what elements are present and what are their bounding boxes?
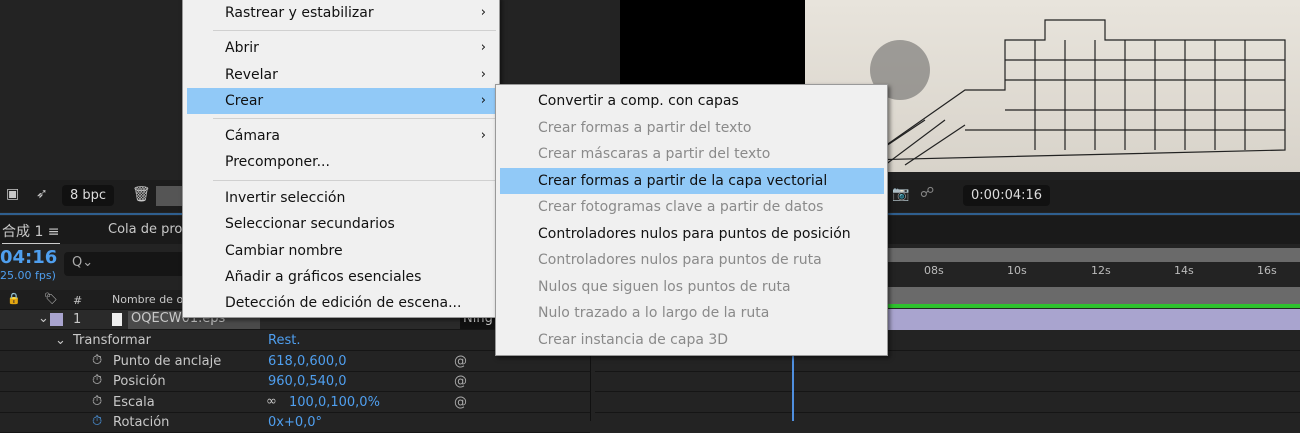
property-name: Punto de anclaje	[113, 354, 222, 369]
reset-link[interactable]: Rest.	[268, 333, 300, 348]
column-source-name[interactable]: Nombre de ori	[112, 293, 191, 306]
stopwatch-icon[interactable]: ⏱	[92, 414, 102, 429]
property-name: Rotación	[113, 415, 170, 430]
submenu-item: Nulo trazado a lo largo de la ruta	[538, 305, 770, 321]
tab-composition[interactable]: 合成 1 ≡	[2, 221, 60, 244]
menu-item-crear[interactable]: Crear ›	[187, 88, 496, 114]
menu-item-camara[interactable]: Cámara ›	[187, 123, 496, 149]
submenu-item: Crear máscaras a partir del texto	[538, 146, 771, 162]
stopwatch-icon[interactable]: ⏱	[92, 394, 102, 409]
submenu-item[interactable]: Crear formas a partir de la capa vectori…	[500, 168, 884, 194]
menu-item-abrir[interactable]: Abrir ›	[187, 35, 496, 61]
tab-composition-label: 合成 1	[2, 224, 44, 240]
property-name: Posición	[113, 374, 166, 389]
tick-label: 10s	[1007, 264, 1027, 277]
property-value[interactable]: 100,0,100,0%	[289, 395, 380, 410]
menu-separator	[213, 180, 496, 181]
menu-item-precomponer[interactable]: Precomponer...	[187, 149, 496, 175]
chevron-right-icon: ›	[480, 5, 486, 20]
chevron-right-icon: ›	[480, 93, 486, 108]
submenu-item: Nulos que siguen los puntos de ruta	[538, 279, 791, 295]
transform-label: Transformar	[73, 333, 151, 348]
chevron-right-icon: ›	[480, 40, 486, 55]
timeline-track	[595, 372, 1300, 392]
menu-separator	[213, 30, 496, 31]
expand-chevron-icon[interactable]: ⌄	[38, 311, 49, 326]
tick-label: 14s	[1174, 264, 1194, 277]
menu-separator	[213, 118, 496, 119]
property-value[interactable]: 0x+0,0°	[268, 415, 322, 430]
tick-label: 08s	[924, 264, 944, 277]
label-color-swatch[interactable]	[50, 313, 63, 326]
stopwatch-icon[interactable]: ⏱	[92, 373, 102, 388]
property-row[interactable]: ⏱ Escala ∞ 100,0,100,0% @	[0, 393, 590, 413]
submenu-item[interactable]: Convertir a comp. con capas	[500, 88, 884, 114]
label-tag-icon: 🏷	[44, 292, 58, 305]
pick-whip-icon[interactable]: @	[454, 374, 467, 389]
column-number: #	[73, 294, 83, 307]
snapshot-region-icon[interactable]: ▣	[6, 186, 19, 202]
trash-icon[interactable]: 🗑	[132, 185, 151, 203]
submenu-item: Crear instancia de capa 3D	[538, 332, 729, 348]
property-value[interactable]: 960,0,540,0	[268, 374, 347, 389]
tick-label: 16s	[1257, 264, 1277, 277]
channels-icon[interactable]: ☍	[920, 185, 934, 201]
pick-whip-icon[interactable]: @	[454, 395, 467, 410]
context-menu: Rastrear y estabilizar › Abrir › Revelar › …	[182, 0, 500, 318]
property-name: Escala	[113, 395, 155, 410]
crear-submenu: Convertir a comp. con capas Crear formas…	[495, 84, 888, 356]
camera-icon[interactable]: 📷	[892, 186, 909, 202]
submenu-item: Controladores nulos para puntos de ruta	[538, 252, 822, 268]
submenu-item: Crear formas a partir del texto	[538, 120, 752, 136]
layer-index: 1	[73, 312, 82, 327]
property-value[interactable]: 618,0,600,0	[268, 354, 347, 369]
playhead-line[interactable]	[792, 355, 794, 421]
pick-whip-icon[interactable]: @	[454, 354, 467, 369]
bit-depth-button[interactable]: 8 bpc	[62, 185, 115, 206]
menu-item-invertir-seleccion[interactable]: Invertir selección	[187, 185, 496, 211]
menu-item-anadir-graficos[interactable]: Añadir a gráficos esenciales	[187, 264, 496, 290]
menu-item-revelar[interactable]: Revelar ›	[187, 62, 496, 88]
lock-icon: 🔒	[7, 292, 21, 305]
search-input[interactable]: Q⌄	[64, 252, 189, 276]
menu-item-rastrear[interactable]: Rastrear y estabilizar ›	[187, 0, 496, 26]
rocket-icon[interactable]: ➶	[36, 186, 48, 202]
timeline-track	[595, 393, 1300, 413]
menu-item-seleccionar-secundarios[interactable]: Seleccionar secundarios	[187, 211, 496, 237]
property-row[interactable]: ⏱ Rotación 0x+0,0°	[0, 413, 590, 433]
timeline-current-time[interactable]: 04:16	[0, 247, 57, 268]
property-row[interactable]: ⏱ Posición 960,0,540,0 @	[0, 372, 590, 392]
current-time-display[interactable]: 0:00:04:16	[963, 185, 1051, 206]
stopwatch-icon[interactable]: ⏱	[92, 353, 102, 368]
constrain-link-icon[interactable]: ∞	[266, 394, 277, 409]
chevron-right-icon: ›	[480, 67, 486, 82]
file-icon	[112, 313, 122, 326]
tab-render-queue[interactable]: Cola de proc	[108, 222, 190, 237]
chevron-right-icon: ›	[480, 128, 486, 143]
menu-item-deteccion-edicion[interactable]: Detección de edición de escena...	[187, 290, 496, 316]
submenu-item[interactable]: Controladores nulos para puntos de posic…	[500, 221, 884, 247]
tick-label: 12s	[1091, 264, 1111, 277]
timeline-fps: 25.00 fps)	[0, 269, 56, 282]
submenu-item: Crear fotogramas clave a partir de datos	[538, 199, 824, 215]
menu-item-cambiar-nombre[interactable]: Cambiar nombre	[187, 238, 496, 264]
